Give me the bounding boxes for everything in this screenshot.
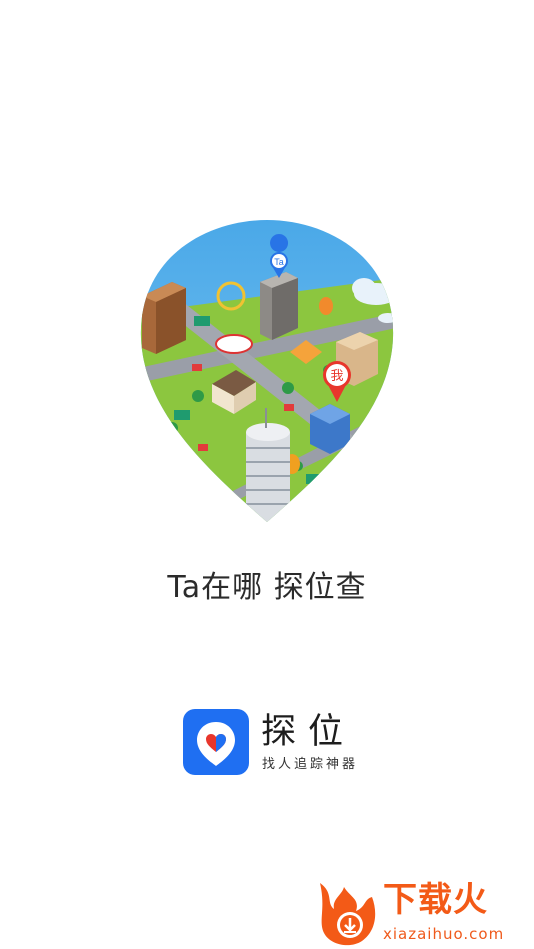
- grey-building: [260, 272, 298, 340]
- app-logo-icon: [183, 709, 249, 775]
- flame-logo-icon: [320, 883, 376, 946]
- my-pin-label: 我: [330, 369, 343, 384]
- app-name: 探位: [261, 712, 356, 752]
- watermark-domain: xiazaihuo.com: [383, 925, 505, 943]
- blue-building: [310, 404, 350, 454]
- watermark-brand: 下载火: [383, 880, 488, 920]
- target-pin-label: Ta: [274, 257, 284, 267]
- city-map-illustration: Ta 我: [140, 220, 394, 522]
- splash-tagline: Ta在哪 探位查: [167, 570, 367, 605]
- app-slogan: 找人追踪神器: [262, 757, 359, 772]
